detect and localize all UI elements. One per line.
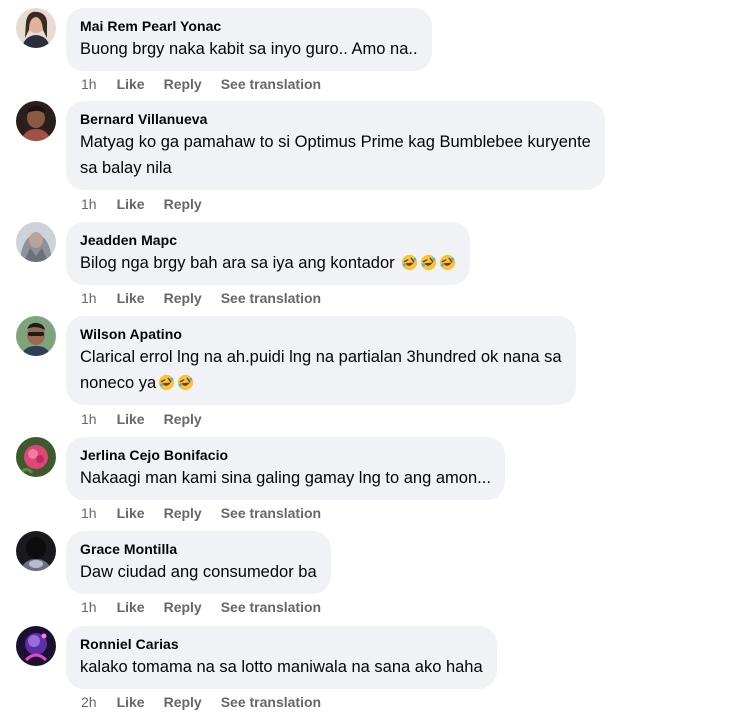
- avatar[interactable]: [16, 626, 56, 666]
- see-translation-link[interactable]: See translation: [221, 504, 321, 522]
- comment-author[interactable]: Jerlina Cejo Bonifacio: [80, 446, 491, 464]
- comment-actions: 2h Like Reply See translation: [81, 693, 340, 711]
- comment-actions: 1h Like Reply See translation: [81, 504, 340, 522]
- like-button[interactable]: Like: [117, 75, 145, 93]
- avatar[interactable]: [16, 101, 56, 141]
- comment-author[interactable]: Grace Montilla: [80, 540, 317, 558]
- avatar[interactable]: [16, 531, 56, 571]
- comment-timestamp[interactable]: 1h: [81, 598, 97, 616]
- comment-text: Buong brgy naka kabit sa inyo guro.. Amo…: [80, 40, 418, 58]
- comment-actions: 1h Like Reply: [81, 195, 221, 213]
- comment-text: Daw ciudad ang consumedor ba: [80, 563, 317, 581]
- comment-timestamp[interactable]: 1h: [81, 75, 97, 93]
- rolling-on-floor-laughing-emoji-icon: [401, 254, 418, 271]
- comment-author[interactable]: Ronniel Carias: [80, 635, 483, 653]
- avatar-photo-icon: [16, 8, 56, 48]
- comment-actions: 1h Like Reply See translation: [81, 289, 340, 307]
- avatar-photo-icon: [16, 101, 56, 141]
- comment-text: Nakaagi man kami sina galing gamay lng t…: [80, 469, 491, 487]
- comment-actions: 1h Like Reply: [81, 410, 221, 428]
- comment-author[interactable]: Jeadden Mapc: [80, 231, 456, 249]
- reply-button[interactable]: Reply: [164, 195, 202, 213]
- comment-text: Bilog nga brgy bah ara sa iya ang kontad…: [80, 250, 456, 276]
- comment-text-line: Matyag ko ga pamahaw to si Optimus Prime…: [80, 133, 591, 151]
- comment-bubble: Wilson Apatino Clarical errol lng na ah.…: [66, 316, 576, 405]
- like-button[interactable]: Like: [117, 504, 145, 522]
- avatar-photo-icon: [16, 222, 56, 262]
- comment-timestamp[interactable]: 1h: [81, 504, 97, 522]
- comment-timestamp[interactable]: 1h: [81, 410, 97, 428]
- comment-bubble: Jeadden Mapc Bilog nga brgy bah ara sa i…: [66, 222, 471, 285]
- comment-text-line: Clarical errol lng na ah.puidi lng na pa…: [80, 348, 562, 366]
- comment-bubble: Ronniel Carias kalako tomama na sa lotto…: [66, 626, 497, 689]
- reply-button[interactable]: Reply: [164, 598, 202, 616]
- rolling-on-floor-laughing-emoji-icon: [420, 254, 437, 271]
- reply-button[interactable]: Reply: [164, 410, 202, 428]
- comment-author[interactable]: Bernard Villanueva: [80, 110, 591, 128]
- comment-bubble: Bernard Villanueva Matyag ko ga pamahaw …: [66, 101, 605, 190]
- avatar[interactable]: [16, 222, 56, 262]
- comment-timestamp[interactable]: 1h: [81, 195, 97, 213]
- comment-bubble: Grace Montilla Daw ciudad ang consumedor…: [66, 531, 331, 594]
- comment-text: Matyag ko ga pamahaw to si Optimus Prime…: [80, 129, 591, 181]
- rolling-on-floor-laughing-emoji-icon: [177, 374, 194, 391]
- like-button[interactable]: Like: [117, 195, 145, 213]
- rolling-on-floor-laughing-emoji-icon: [439, 254, 456, 271]
- comment-bubble: Jerlina Cejo Bonifacio Nakaagi man kami …: [66, 437, 505, 500]
- see-translation-link[interactable]: See translation: [221, 598, 321, 616]
- comment-text-line: sa balay nila: [80, 159, 172, 177]
- avatar[interactable]: [16, 316, 56, 356]
- like-button[interactable]: Like: [117, 598, 145, 616]
- reply-button[interactable]: Reply: [164, 504, 202, 522]
- comment-text: Clarical errol lng na ah.puidi lng na pa…: [80, 344, 562, 396]
- reply-button[interactable]: Reply: [164, 693, 202, 711]
- comments-list: Mai Rem Pearl Yonac Buong brgy naka kabi…: [0, 0, 750, 714]
- avatar[interactable]: [16, 8, 56, 48]
- comment-author[interactable]: Wilson Apatino: [80, 325, 562, 343]
- rolling-on-floor-laughing-emoji-icon: [158, 374, 175, 391]
- avatar-photo-icon: [16, 437, 56, 477]
- see-translation-link[interactable]: See translation: [221, 289, 321, 307]
- comment-actions: 1h Like Reply See translation: [81, 75, 340, 93]
- comment-timestamp[interactable]: 1h: [81, 289, 97, 307]
- see-translation-link[interactable]: See translation: [221, 693, 321, 711]
- like-button[interactable]: Like: [117, 410, 145, 428]
- like-button[interactable]: Like: [117, 289, 145, 307]
- reply-button[interactable]: Reply: [164, 289, 202, 307]
- comment-actions: 1h Like Reply See translation: [81, 598, 340, 616]
- avatar[interactable]: [16, 437, 56, 477]
- comment-bubble: Mai Rem Pearl Yonac Buong brgy naka kabi…: [66, 8, 432, 71]
- see-translation-link[interactable]: See translation: [221, 75, 321, 93]
- comment-author[interactable]: Mai Rem Pearl Yonac: [80, 17, 418, 35]
- comment-text: kalako tomama na sa lotto maniwala na sa…: [80, 658, 483, 676]
- like-button[interactable]: Like: [117, 693, 145, 711]
- comment-text-body: Bilog nga brgy bah ara sa iya ang kontad…: [80, 254, 395, 272]
- avatar-photo-icon: [16, 626, 56, 666]
- reply-button[interactable]: Reply: [164, 75, 202, 93]
- comment-timestamp[interactable]: 2h: [81, 693, 97, 711]
- comment-text-line: noneco ya: [80, 374, 157, 392]
- avatar-photo-icon: [16, 531, 56, 571]
- avatar-photo-icon: [16, 316, 56, 356]
